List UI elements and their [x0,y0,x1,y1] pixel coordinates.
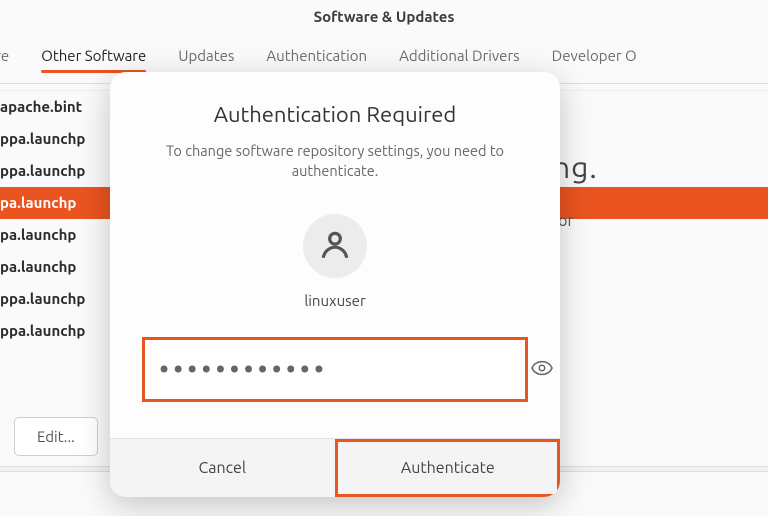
dialog-title: Authentication Required [110,72,560,131]
dialog-buttons: Cancel Authenticate [110,438,560,497]
avatar [303,214,367,278]
reveal-password-button[interactable] [531,348,553,392]
eye-icon [531,357,553,382]
auth-dialog: Authentication Required To change softwa… [110,72,560,497]
cancel-button[interactable]: Cancel [110,439,335,497]
tab-developer-options[interactable]: Developer O [552,41,637,83]
authenticate-button[interactable]: Authenticate [335,439,561,497]
edit-button[interactable]: Edit... [14,417,98,456]
window-title: Software & Updates [0,0,768,43]
tab-software[interactable]: tware [0,41,9,83]
password-row [142,337,528,402]
dialog-subtext: To change software repository settings, … [110,131,560,180]
user-icon [318,227,352,265]
avatar-wrap: linuxuser [110,214,560,309]
username-label: linuxuser [110,292,560,309]
password-input[interactable] [147,342,531,397]
